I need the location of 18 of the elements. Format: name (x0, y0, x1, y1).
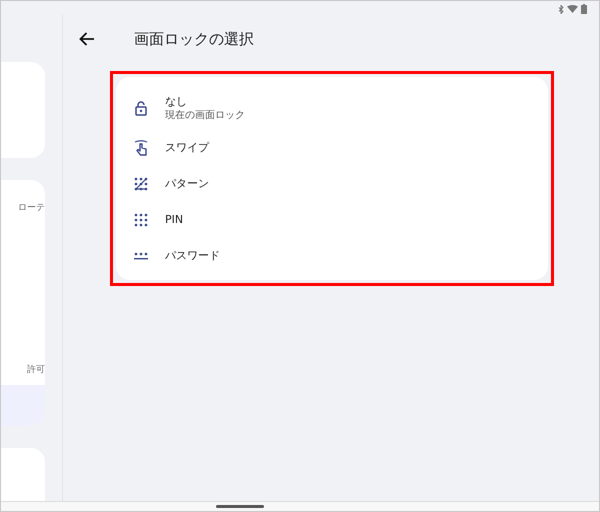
back-arrow-icon[interactable] (79, 32, 95, 46)
bluetooth-icon (558, 4, 564, 14)
unlocked-padlock-icon (135, 100, 147, 116)
keypad-icon (134, 213, 148, 227)
page-title: 画面ロックの選択 (134, 28, 254, 50)
option-label[interactable]: PIN (165, 213, 184, 227)
password-dots-icon (134, 252, 148, 260)
option-subtitle: 現在の画面ロック (165, 108, 245, 122)
option-label[interactable]: スワイプ (165, 141, 209, 155)
tapping-hand-icon (134, 140, 148, 156)
battery-icon (581, 4, 587, 14)
wifi-icon (567, 5, 578, 13)
option-label[interactable]: パスワード (165, 249, 220, 263)
dot-pattern-icon (134, 177, 148, 191)
option-label[interactable]: パターン (165, 177, 209, 191)
navigation-handle[interactable] (216, 505, 264, 508)
option-label[interactable]: なし (165, 94, 245, 108)
settings-item[interactable] (1, 385, 45, 426)
